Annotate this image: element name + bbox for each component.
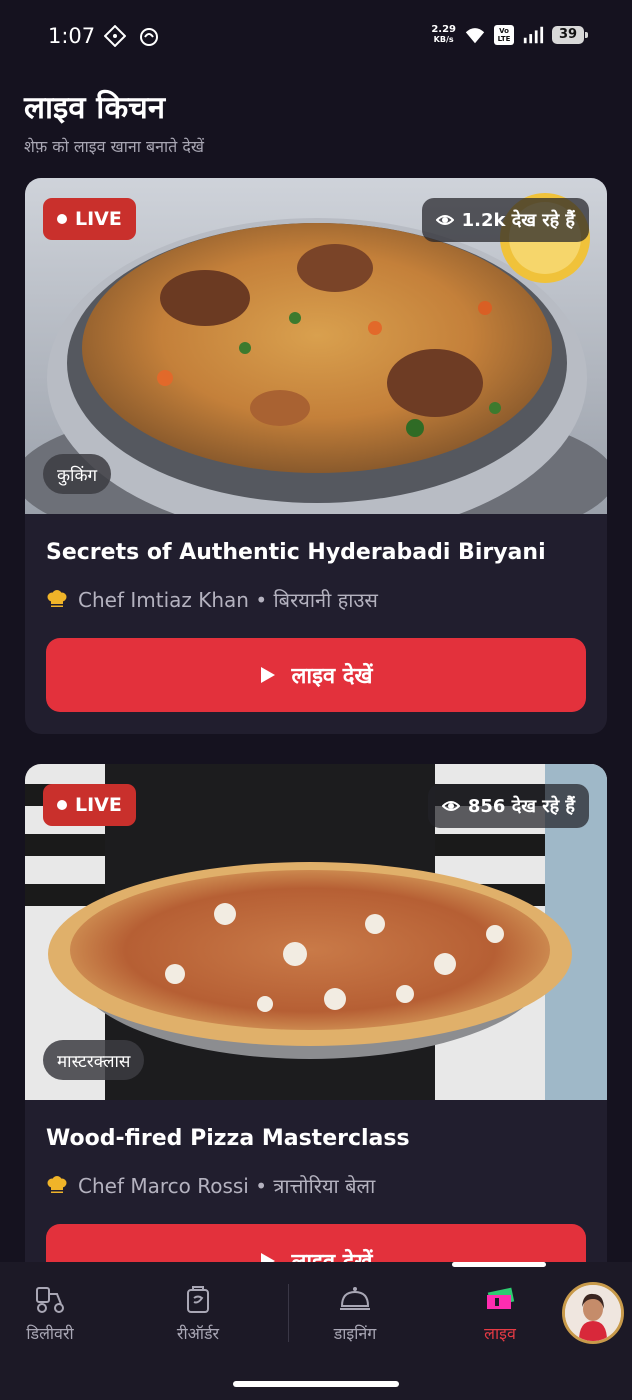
watch-live-button[interactable]: लाइव देखें — [46, 638, 586, 712]
reorder-bag-icon — [187, 1286, 209, 1313]
eye-icon — [441, 801, 460, 811]
live-label: LIVE — [75, 208, 122, 230]
stream-thumbnail-pizza[interactable]: LIVE 856 देख रहे हैं मास्टरक्लास — [25, 764, 607, 1100]
viewer-count: 856 देख रहे हैं — [467, 796, 575, 817]
network-speed-unit: KB/s — [433, 35, 454, 44]
network-speed-value: 2.29 — [431, 24, 456, 35]
notification-icons — [104, 25, 160, 47]
live-label: LIVE — [75, 794, 122, 816]
profile-avatar[interactable] — [562, 1282, 624, 1344]
nav-label-delivery: डिलीवरी — [26, 1324, 74, 1343]
active-tab-indicator — [452, 1262, 546, 1267]
page-subtitle: शेफ़ को लाइव खाना बनाते देखें — [24, 137, 204, 156]
stream-title: Secrets of Authentic Hyderabadi Biryani — [46, 540, 546, 565]
bottom-navigation: डिलीवरी रीऑर्डर डाइनिंग लाइव — [0, 1262, 632, 1400]
chef-info: Chef Marco Rossi • त्रात्तोरिया बेला — [46, 1172, 375, 1199]
nav-item-dining[interactable]: डाइनिंग — [305, 1282, 405, 1344]
live-dot-icon — [57, 800, 67, 810]
wifi-icon — [465, 28, 485, 44]
swirl-app-icon — [140, 28, 158, 46]
live-badge: LIVE — [43, 784, 136, 826]
viewer-count: 1.2k देख रहे हैं — [461, 210, 575, 231]
live-kitchen-screen: 1:07 2.29 KB/s Vo LTE 39 लाइव किचन शेफ़ … — [0, 0, 632, 1400]
live-dot-icon — [57, 214, 67, 224]
nav-item-live[interactable]: लाइव — [450, 1282, 550, 1344]
system-indicators: 2.29 KB/s Vo LTE 39 — [431, 24, 588, 46]
chef-hat-icon — [47, 1175, 67, 1193]
live-ticket-icon — [487, 1287, 515, 1309]
chef-hat-icon — [47, 589, 67, 607]
play-icon — [260, 1253, 275, 1262]
nav-label-live: लाइव — [484, 1324, 516, 1343]
delivery-scooter-icon — [36, 1287, 64, 1313]
stream-title: Wood-fired Pizza Masterclass — [46, 1126, 410, 1151]
live-badge: LIVE — [43, 198, 136, 240]
category-badge: कुकिंग — [43, 454, 112, 494]
nav-item-delivery[interactable]: डिलीवरी — [0, 1282, 100, 1344]
nav-item-reorder[interactable]: रीऑर्डर — [148, 1282, 248, 1344]
dining-cloche-icon — [340, 1287, 370, 1310]
status-bar: 1:07 2.29 KB/s Vo LTE 39 — [0, 0, 632, 74]
stream-thumbnail-biryani[interactable]: LIVE 1.2k देख रहे हैं कुकिंग — [25, 178, 607, 514]
watch-live-label: लाइव देखें — [291, 664, 373, 689]
eye-icon — [435, 215, 454, 225]
nav-label-dining: डाइनिंग — [333, 1324, 377, 1343]
signal-icon — [523, 26, 544, 44]
chef-info: Chef Imtiaz Khan • बिरयानी हाउस — [46, 586, 378, 613]
status-time: 1:07 — [48, 24, 96, 48]
battery-indicator: 39 — [552, 26, 588, 44]
nav-divider — [288, 1284, 289, 1342]
avatar-photo — [565, 1285, 621, 1341]
category-badge: मास्टरक्लास — [43, 1040, 145, 1080]
volte-icon: Vo LTE — [494, 25, 514, 45]
network-speed: 2.29 KB/s — [431, 25, 456, 45]
live-stream-feed[interactable]: LIVE 1.2k देख रहे हैं कुकिंग Secrets of … — [0, 178, 632, 1262]
chef-name-restaurant: Chef Marco Rossi • त्रात्तोरिया बेला — [78, 1174, 376, 1198]
home-indicator[interactable] — [233, 1381, 399, 1387]
diamond-app-icon — [104, 25, 126, 47]
live-stream-card[interactable]: LIVE 856 देख रहे हैं मास्टरक्लास Wood-fi… — [25, 764, 607, 1262]
page-title: लाइव किचन — [24, 90, 166, 126]
live-stream-card[interactable]: LIVE 1.2k देख रहे हैं कुकिंग Secrets of … — [25, 178, 607, 734]
watch-live-button[interactable]: लाइव देखें — [46, 1224, 586, 1262]
viewer-count-badge: 1.2k देख रहे हैं — [421, 198, 589, 242]
watch-live-label: लाइव देखें — [292, 1246, 373, 1262]
viewer-count-badge: 856 देख रहे हैं — [427, 784, 589, 828]
chef-name-restaurant: Chef Imtiaz Khan • बिरयानी हाउस — [78, 588, 378, 612]
play-icon — [260, 667, 275, 683]
nav-label-reorder: रीऑर्डर — [176, 1324, 220, 1343]
